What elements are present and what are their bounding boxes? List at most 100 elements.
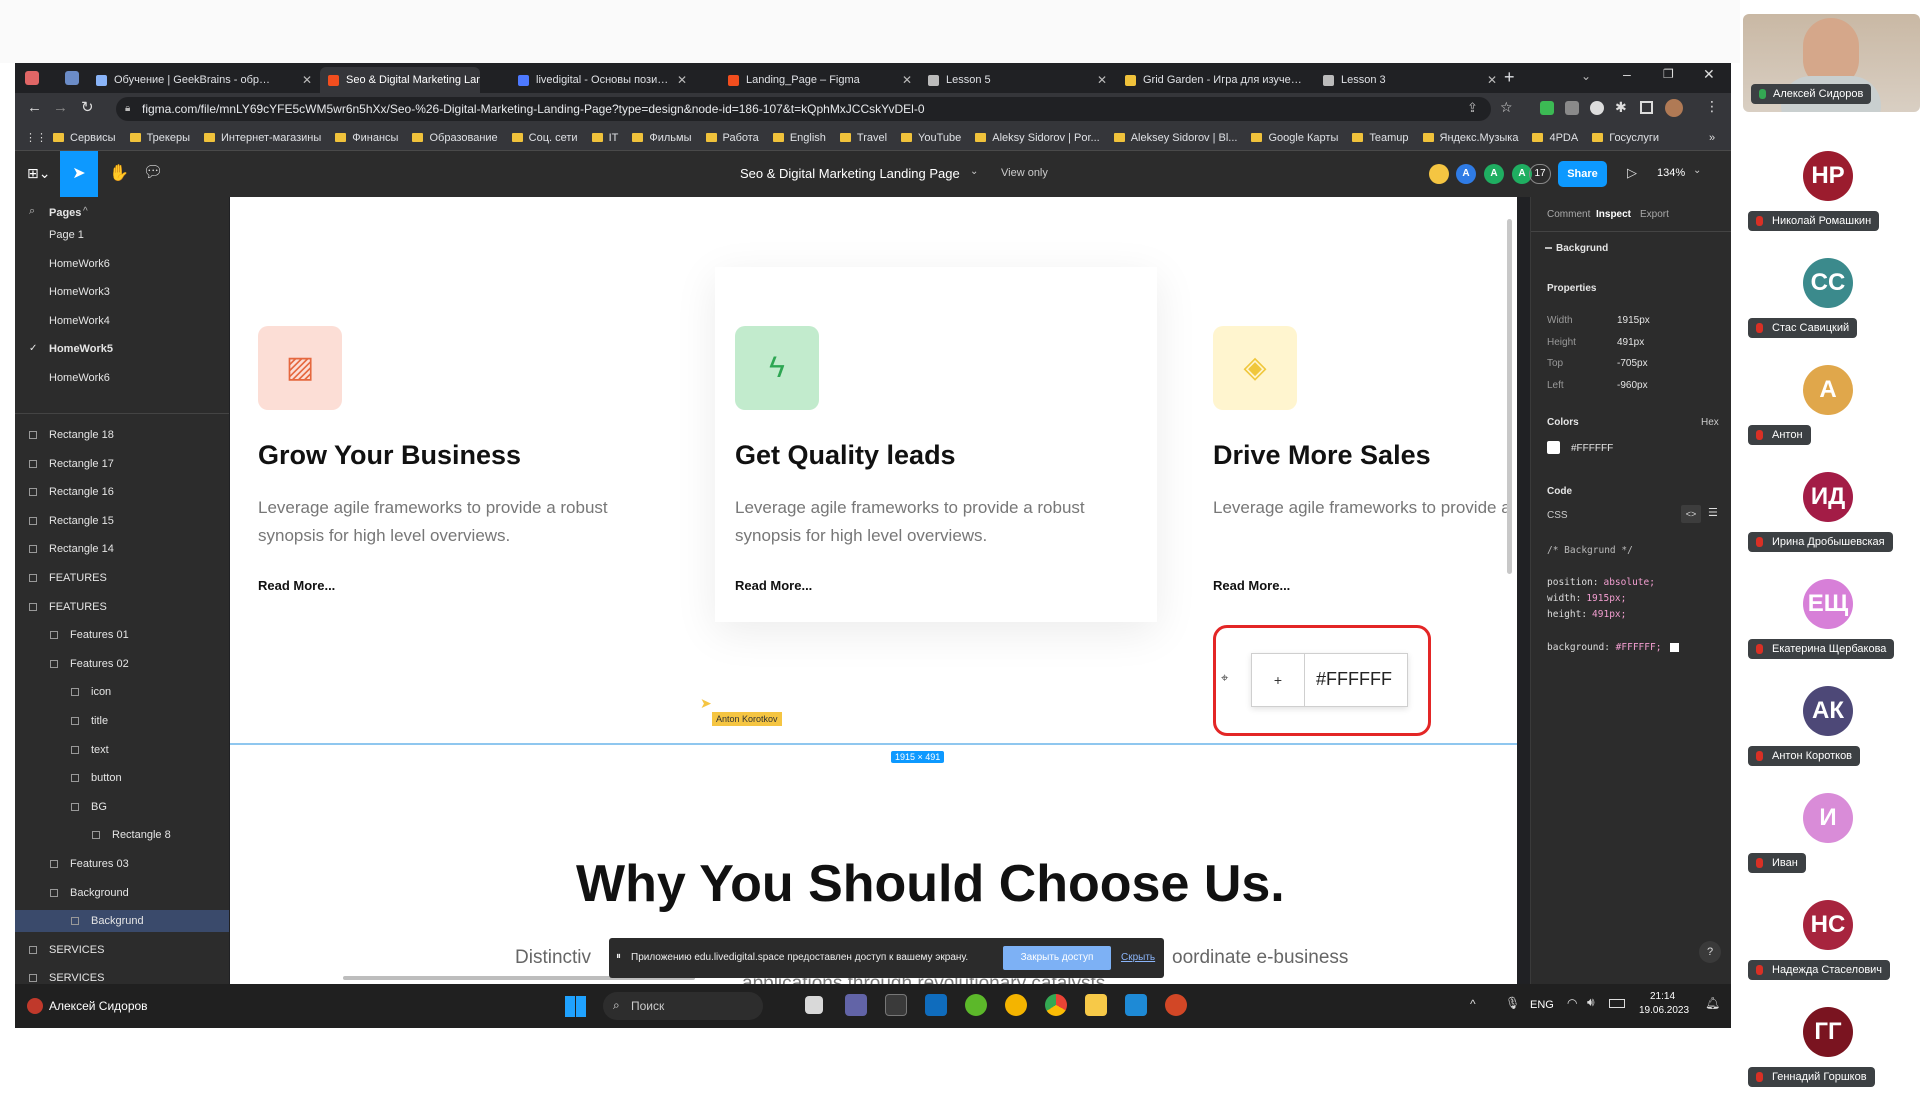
color-chip[interactable]: + #FFFFFF <box>1251 653 1408 707</box>
inspect-tab[interactable]: Comment <box>1547 209 1590 220</box>
layer-row[interactable]: FEATURES <box>15 596 229 618</box>
bookmark-item[interactable]: Aleksey Sidorov | Bl... <box>1114 132 1238 144</box>
browser-tab[interactable]: Landing_Page – Figma✕ <box>720 67 920 93</box>
code-list-icon[interactable]: ☰ <box>1708 506 1718 519</box>
code-lang-select[interactable]: CSS <box>1547 510 1568 521</box>
maximize-button[interactable]: ❐ <box>1663 67 1674 81</box>
back-icon[interactable]: ← <box>27 99 42 116</box>
clock-date[interactable]: 19.06.2023 <box>1639 1005 1689 1016</box>
tab-close-icon[interactable]: ✕ <box>896 73 912 87</box>
layer-row[interactable]: FEATURES <box>15 567 229 589</box>
tab-close-icon[interactable]: ✕ <box>671 73 687 87</box>
layer-row[interactable]: Rectangle 8 <box>15 824 229 846</box>
hide-notice-link[interactable]: Скрыть <box>1121 952 1155 963</box>
layer-row[interactable]: button <box>15 767 229 789</box>
color-value[interactable]: #FFFFFF <box>1571 443 1613 454</box>
tab-close-icon[interactable]: ✕ <box>1481 73 1497 87</box>
collaborator-avatar[interactable]: A <box>1484 164 1504 184</box>
layer-row[interactable]: Features 01 <box>15 624 229 646</box>
tray-mic-icon[interactable]: 🎙︎ <box>1505 996 1520 1010</box>
help-button[interactable]: ? <box>1699 941 1721 963</box>
bookmark-item[interactable]: Teamup <box>1352 132 1408 144</box>
clock-time[interactable]: 21:14 <box>1650 991 1675 1002</box>
zoom-chevron-icon[interactable]: ⌄ <box>1693 165 1701 176</box>
pages-header[interactable]: Pages <box>49 207 81 219</box>
forward-icon[interactable]: → <box>53 99 68 116</box>
hand-tool-icon[interactable]: ✋ <box>109 163 129 183</box>
share-button[interactable]: Share <box>1558 161 1607 187</box>
bookmark-item[interactable]: English <box>773 132 826 144</box>
utorrent-icon[interactable] <box>965 994 987 1016</box>
volume-icon[interactable]: 🔊︎ <box>1587 995 1595 1010</box>
reload-icon[interactable]: ↻ <box>81 98 94 116</box>
bookmark-item[interactable]: Работа <box>706 132 759 144</box>
layer-row[interactable]: Features 03 <box>15 853 229 875</box>
extension-icon-1[interactable] <box>1540 101 1554 115</box>
bookmark-item[interactable]: Travel <box>840 132 887 144</box>
page-item[interactable]: HomeWork6 <box>15 367 229 389</box>
pages-search-icon[interactable]: ⌕ <box>29 205 35 218</box>
browser-tab[interactable]: Grid Garden - Игра для изуче…✕ <box>1117 67 1302 93</box>
layer-row[interactable]: Rectangle 14 <box>15 538 229 560</box>
move-tool-button[interactable]: ➤ <box>60 151 98 197</box>
terminal-icon[interactable] <box>885 994 907 1016</box>
layer-row[interactable]: Features 02 <box>15 653 229 675</box>
bookmark-item[interactable]: Aleksy Sidorov | Por... <box>975 132 1099 144</box>
bookmark-item[interactable]: Фильмы <box>632 132 691 144</box>
layer-row[interactable]: Rectangle 17 <box>15 453 229 475</box>
property-value[interactable]: 1915px <box>1617 315 1650 326</box>
property-value[interactable]: -960px <box>1617 380 1648 391</box>
collaborator-avatar[interactable]: A <box>1456 164 1476 184</box>
powerpoint-icon[interactable] <box>1165 994 1187 1016</box>
taskview-icon[interactable] <box>805 996 823 1014</box>
bookmark-item[interactable]: YouTube <box>901 132 961 144</box>
page-item[interactable]: HomeWork4 <box>15 310 229 332</box>
browser-tab[interactable]: Seo & Digital Marketing Landi…✕ <box>320 67 480 93</box>
bookmark-item[interactable]: Google Карты <box>1251 132 1338 144</box>
figma-menu-icon[interactable]: ⊞⌄ <box>27 165 50 182</box>
layer-row[interactable]: Rectangle 16 <box>15 481 229 503</box>
bookmark-item[interactable]: IT <box>592 132 619 144</box>
tray-chevron-icon[interactable]: ^ <box>1470 997 1476 1011</box>
layer-row[interactable]: icon <box>15 681 229 703</box>
drive-icon[interactable] <box>1005 994 1027 1016</box>
bookmark-item[interactable]: Соц. сети <box>512 132 578 144</box>
present-play-icon[interactable]: ▷ <box>1627 165 1637 181</box>
color-format-select[interactable]: Hex <box>1701 417 1719 428</box>
browser-tab[interactable]: livedigital - Основы пози…✕ <box>510 67 695 93</box>
new-tab-button[interactable]: + <box>1504 67 1515 88</box>
pages-collapse-icon[interactable]: ^ <box>83 206 88 217</box>
read-more-link[interactable]: Read More... <box>735 578 812 593</box>
star-icon[interactable]: ☆ <box>1500 99 1513 116</box>
stop-sharing-button[interactable]: Закрыть доступ <box>1003 946 1111 970</box>
browser-tab[interactable]: Lesson 3✕ <box>1315 67 1505 93</box>
code-view-icon[interactable]: <> <box>1681 505 1701 523</box>
notification-icon[interactable]: 🔔︎ <box>1705 996 1720 1010</box>
tab-close-icon[interactable]: ✕ <box>1091 73 1107 87</box>
explorer-icon[interactable] <box>1085 994 1107 1016</box>
chrome-icon[interactable] <box>1045 994 1067 1016</box>
comment-tool-icon[interactable]: 💬︎ <box>143 162 163 182</box>
close-window-button[interactable]: ✕ <box>1703 66 1715 83</box>
layer-row[interactable]: SERVICES <box>15 939 229 961</box>
tab-search-icon[interactable] <box>25 71 39 85</box>
bookmark-item[interactable]: Образование <box>412 132 497 144</box>
apps-grid-icon[interactable]: ⋮⋮ <box>25 131 47 144</box>
design-canvas[interactable]: ▨Grow Your BusinessLeverage agile framew… <box>230 197 1517 984</box>
extension-icon-3[interactable] <box>1590 101 1604 115</box>
url-bar[interactable]: 🔒︎ figma.com/file/mnLY69cYFE5cWM5wr6n5hX… <box>116 97 1491 121</box>
windows-start-icon[interactable] <box>565 996 586 1017</box>
property-value[interactable]: 491px <box>1617 337 1644 348</box>
layer-row[interactable]: Rectangle 18 <box>15 424 229 446</box>
bookmark-item[interactable]: Финансы <box>335 132 398 144</box>
layer-row[interactable]: Rectangle 15 <box>15 510 229 532</box>
layer-row[interactable]: text <box>15 739 229 761</box>
page-item[interactable]: Page 1 <box>15 224 229 246</box>
viewer-count-badge[interactable]: 17 <box>1529 164 1551 184</box>
outlook-icon[interactable] <box>925 994 947 1016</box>
teams-icon[interactable] <box>845 994 867 1016</box>
read-more-link[interactable]: Read More... <box>1213 578 1290 593</box>
minimize-button[interactable]: – <box>1623 66 1631 82</box>
tab-search-dropdown-icon[interactable]: ⌄ <box>1581 69 1591 83</box>
language-indicator[interactable]: ENG <box>1530 999 1554 1011</box>
